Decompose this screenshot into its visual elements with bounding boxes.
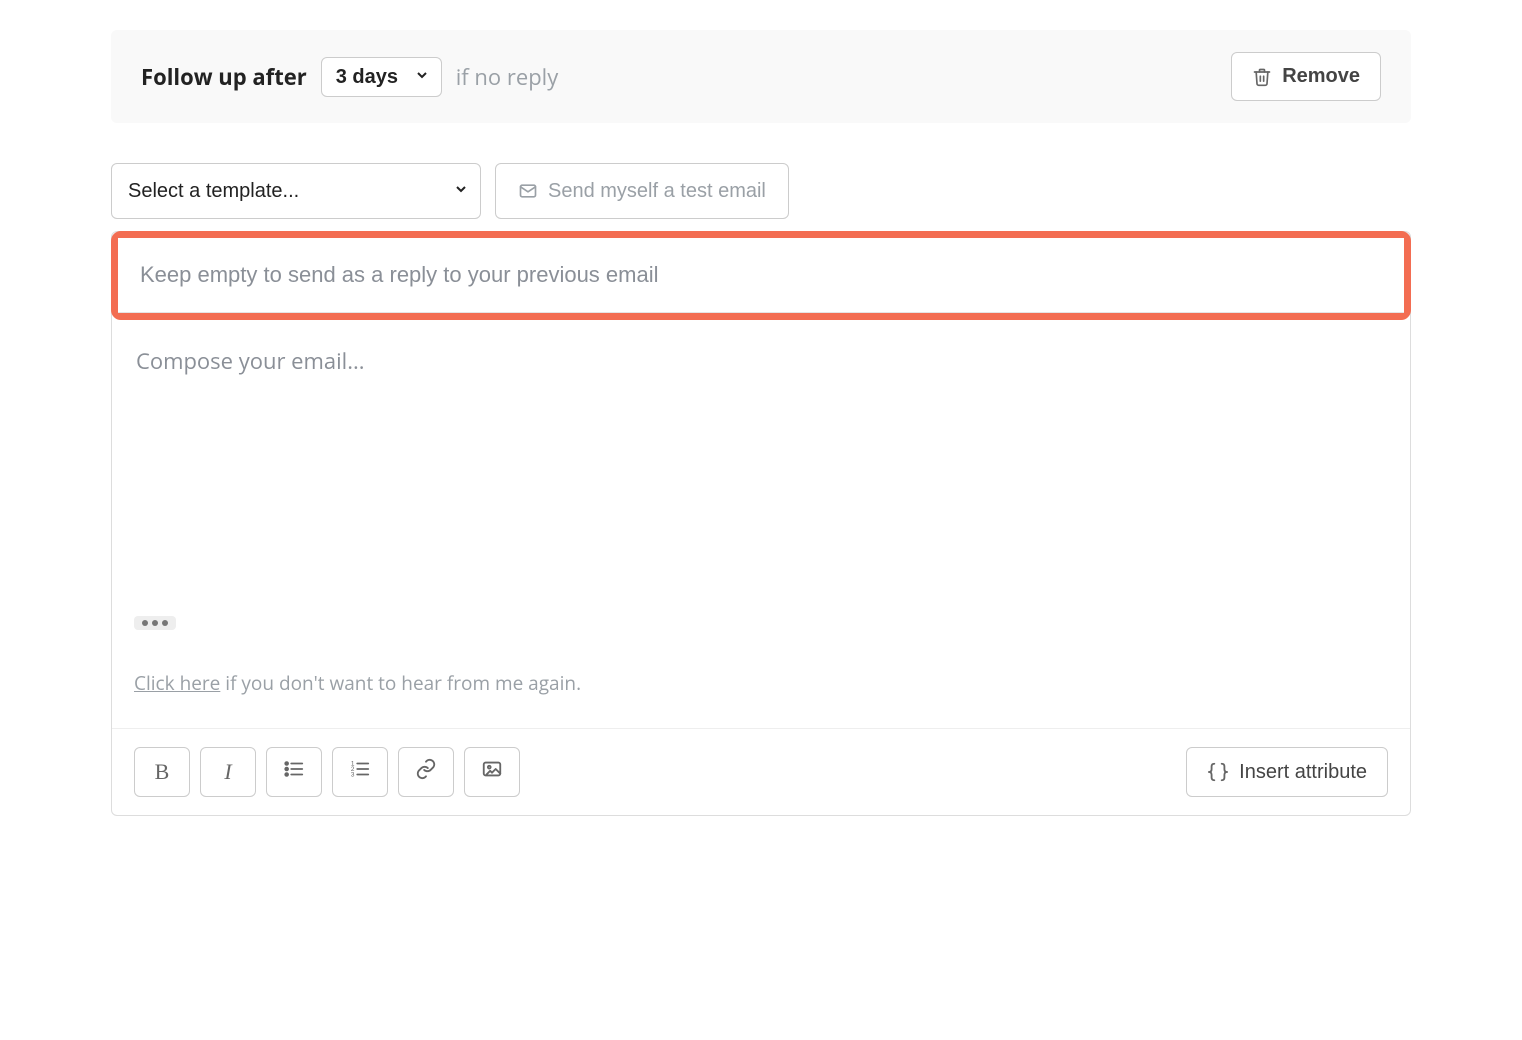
italic-button[interactable]: I xyxy=(200,747,256,797)
image-button[interactable] xyxy=(464,747,520,797)
trash-icon xyxy=(1252,67,1272,87)
send-test-email-button[interactable]: Send myself a test email xyxy=(495,163,789,219)
body-textarea[interactable] xyxy=(134,344,1388,604)
subject-highlight xyxy=(111,231,1411,320)
actions-row: Select a template... Send myself a test … xyxy=(111,163,1411,219)
editor-toolbar: B I 123 xyxy=(112,728,1410,815)
svg-text:3: 3 xyxy=(351,771,355,778)
more-options-button[interactable] xyxy=(134,616,176,630)
remove-button[interactable]: Remove xyxy=(1231,52,1381,101)
bullet-list-icon xyxy=(283,758,305,786)
bullet-list-button[interactable] xyxy=(266,747,322,797)
unsubscribe-rest: if you don't want to hear from me again. xyxy=(220,670,581,696)
email-editor: Click here if you don't want to hear fro… xyxy=(111,231,1411,816)
followup-bar: Follow up after 3 days if no reply Remov… xyxy=(111,30,1411,123)
followup-suffix: if no reply xyxy=(456,62,559,92)
envelope-icon xyxy=(518,181,538,201)
send-test-email-label: Send myself a test email xyxy=(548,180,766,203)
link-button[interactable] xyxy=(398,747,454,797)
numbered-list-button[interactable]: 123 xyxy=(332,747,388,797)
unsubscribe-line: Click here if you don't want to hear fro… xyxy=(134,670,1388,696)
bold-button[interactable]: B xyxy=(134,747,190,797)
insert-attribute-button[interactable]: Insert attribute xyxy=(1186,747,1388,797)
link-icon xyxy=(415,758,437,786)
unsubscribe-link[interactable]: Click here xyxy=(134,670,220,696)
subject-input[interactable] xyxy=(118,238,1404,313)
followup-label: Follow up after xyxy=(141,62,307,92)
image-icon xyxy=(481,758,503,786)
template-select[interactable]: Select a template... xyxy=(111,163,481,219)
insert-attribute-label: Insert attribute xyxy=(1239,761,1367,784)
braces-icon xyxy=(1207,761,1229,783)
followup-days-select[interactable]: 3 days xyxy=(321,57,442,97)
numbered-list-icon: 123 xyxy=(349,758,371,786)
remove-button-label: Remove xyxy=(1282,65,1360,88)
